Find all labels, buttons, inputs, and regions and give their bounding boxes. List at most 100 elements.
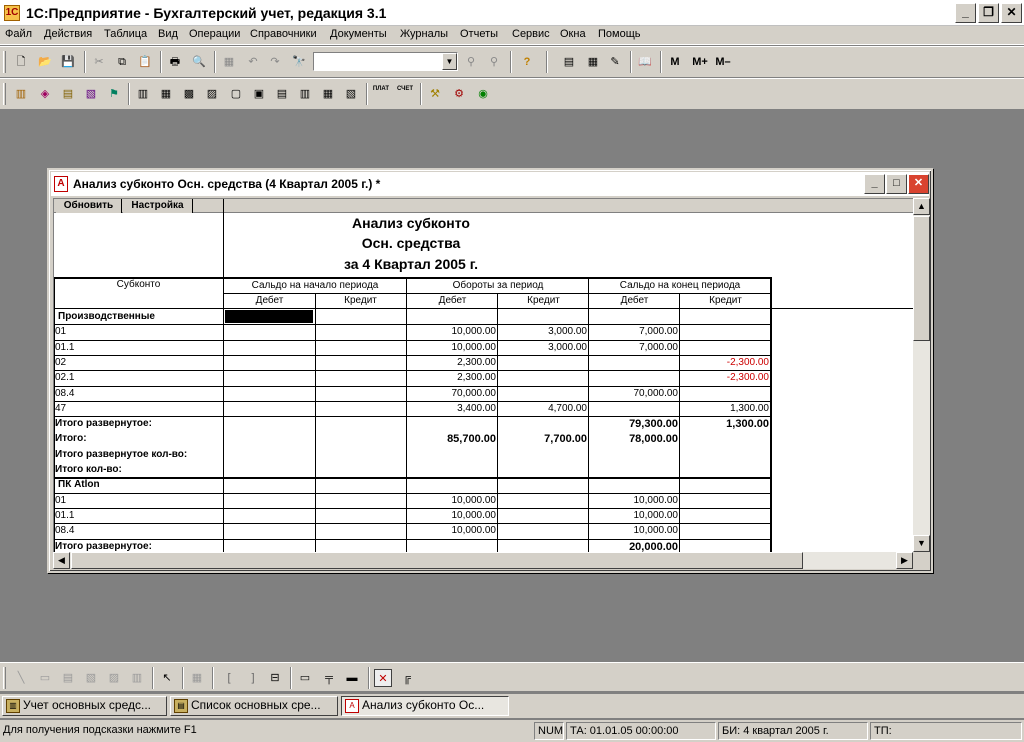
scroll-up-button[interactable]: ▲ [913, 198, 930, 215]
book-icon[interactable]: 📖 [636, 53, 654, 71]
table-cell[interactable]: 1,300.00 [680, 418, 769, 430]
table-cell[interactable]: 3,000.00 [498, 342, 587, 353]
menu-table[interactable]: Таблица [104, 28, 147, 40]
row-label[interactable]: 02.1 [55, 372, 222, 383]
menu-operations[interactable]: Операции [189, 28, 240, 40]
table-icon[interactable]: ▭ [296, 669, 314, 687]
table-cell[interactable]: -2,300.00 [680, 357, 769, 368]
memory-m-button[interactable]: M [666, 53, 684, 71]
table-cell[interactable]: 10,000.00 [407, 326, 497, 337]
horizontal-scroll-thumb[interactable] [71, 552, 803, 569]
chart-icon[interactable]: ▥ [128, 669, 146, 687]
globe-icon[interactable]: ◉ [474, 85, 492, 103]
table-cell[interactable]: 10,000.00 [589, 525, 679, 536]
calendar-icon[interactable]: ▦ [584, 53, 602, 71]
open-icon[interactable]: 📂 [36, 53, 54, 71]
settings-button[interactable]: Настройка [123, 199, 193, 213]
vertical-scrollbar[interactable]: ▲ ▼ [913, 198, 930, 552]
print-preview-icon[interactable]: 🔍 [190, 53, 208, 71]
scroll-right-button[interactable]: ▶ [896, 552, 913, 569]
line-icon[interactable]: ╲ [12, 669, 30, 687]
table-cell[interactable]: 3,400.00 [407, 403, 496, 414]
table-cell[interactable]: 7,700.00 [498, 433, 587, 445]
bracket-left-icon[interactable]: [ [220, 669, 238, 687]
table-cell[interactable]: 10,000.00 [407, 495, 497, 506]
report-6-icon[interactable]: ▣ [250, 85, 268, 103]
row-label[interactable]: 02 [55, 357, 222, 368]
close-button[interactable]: ✕ [1001, 3, 1022, 23]
undo-icon[interactable]: ↶ [244, 53, 262, 71]
grid-icon[interactable]: ▦ [188, 669, 206, 687]
table-cell[interactable]: 2,300.00 [407, 372, 496, 383]
table-cell[interactable]: 1,300.00 [680, 403, 769, 414]
menu-documents[interactable]: Документы [330, 28, 387, 40]
row-label[interactable]: Итого кол-во: [55, 464, 222, 475]
menu-catalogs[interactable]: Справочники [250, 28, 317, 40]
minimize-button[interactable]: _ [955, 3, 976, 23]
bracket-right-icon[interactable]: ] [244, 669, 262, 687]
report-maximize-button[interactable]: □ [886, 174, 907, 194]
table-cell[interactable]: 10,000.00 [589, 510, 679, 521]
scroll-left-button[interactable]: ◀ [53, 552, 70, 569]
no-grid-icon[interactable]: ✕ [374, 669, 392, 687]
find-prev-icon[interactable]: ⚲ [485, 53, 503, 71]
report-7-icon[interactable]: ▤ [273, 85, 291, 103]
report-close-button[interactable]: ✕ [908, 174, 929, 194]
report-10-icon[interactable]: ▧ [342, 85, 360, 103]
memory-mminus-button[interactable]: M– [713, 53, 733, 71]
row-label[interactable]: Итого: [55, 433, 222, 444]
documents-icon[interactable]: ▤ [59, 85, 77, 103]
table-cell[interactable]: 78,000.00 [589, 433, 678, 445]
align-icon[interactable]: ⊟ [266, 669, 284, 687]
task-assets-list[interactable]: ▤ Список основных сре... [170, 696, 338, 716]
row-label[interactable]: Итого развернутое кол-во: [55, 449, 222, 460]
report-8-icon[interactable]: ▥ [296, 85, 314, 103]
calculator-icon[interactable]: ▤ [560, 53, 578, 71]
columns-icon[interactable]: ╤ [320, 669, 338, 687]
pointer-icon[interactable]: ↖ [158, 669, 176, 687]
report-1-icon[interactable]: ▥ [134, 85, 152, 103]
horizontal-scrollbar[interactable]: ◀ ▶ [53, 552, 913, 569]
row-label[interactable]: Итого развернутое: [55, 418, 222, 429]
row-label[interactable]: ПК Atlon [55, 479, 222, 490]
table-cell[interactable]: 70,000.00 [589, 388, 679, 399]
row-label[interactable]: Итого развернутое: [55, 541, 222, 552]
text-box-icon[interactable]: ▤ [59, 669, 77, 687]
memory-mplus-button[interactable]: M+ [690, 53, 710, 71]
settings-icon[interactable]: ⚑ [105, 85, 123, 103]
ole-icon[interactable]: ▨ [105, 669, 123, 687]
menu-reports[interactable]: Отчеты [460, 28, 498, 40]
row-label[interactable]: 47 [55, 403, 222, 414]
payment-order-button[interactable]: ПЛАТ [372, 85, 390, 103]
table-cell[interactable]: 85,700.00 [407, 433, 496, 445]
table-cell[interactable]: 2,300.00 [407, 357, 496, 368]
cut-icon[interactable]: ✂ [90, 53, 108, 71]
table-cell[interactable]: 20,000.00 [589, 541, 678, 552]
properties-icon[interactable]: ▦ [220, 53, 238, 71]
audit-icon[interactable]: ⚙ [450, 85, 468, 103]
edit-icon[interactable]: ✎ [606, 53, 624, 71]
menu-actions[interactable]: Действия [44, 28, 92, 40]
table-cell[interactable]: -2,300.00 [680, 372, 769, 383]
redo-icon[interactable]: ↷ [266, 53, 284, 71]
row-label[interactable]: 01 [55, 495, 222, 506]
refresh-button[interactable]: Обновить [56, 199, 122, 213]
table-cell[interactable]: 4,700.00 [498, 403, 587, 414]
table-cell[interactable]: 10,000.00 [407, 342, 497, 353]
row-label[interactable]: 01 [55, 326, 222, 337]
selected-cell[interactable] [225, 310, 313, 323]
table-cell[interactable]: 7,000.00 [589, 342, 678, 353]
chevron-down-icon[interactable]: ▼ [442, 53, 457, 70]
table-cell[interactable]: 7,000.00 [589, 326, 678, 337]
paste-icon[interactable]: 📋 [136, 53, 154, 71]
operations-journal-icon[interactable]: ◈ [36, 85, 54, 103]
report-5-icon[interactable]: ▢ [227, 85, 245, 103]
rectangle-icon[interactable]: ▭ [36, 669, 54, 687]
copy-icon[interactable]: ⧉ [113, 53, 131, 71]
task-fixed-assets[interactable]: ▥ Учет основных средс... [2, 696, 167, 716]
find-icon[interactable]: 🔭 [290, 53, 308, 71]
task-analysis-report[interactable]: A Анализ субконто Ос... [341, 696, 509, 716]
search-combo[interactable]: ▼ [313, 52, 458, 71]
row-label[interactable]: 01.1 [55, 510, 222, 521]
menu-help[interactable]: Помощь [598, 28, 641, 40]
